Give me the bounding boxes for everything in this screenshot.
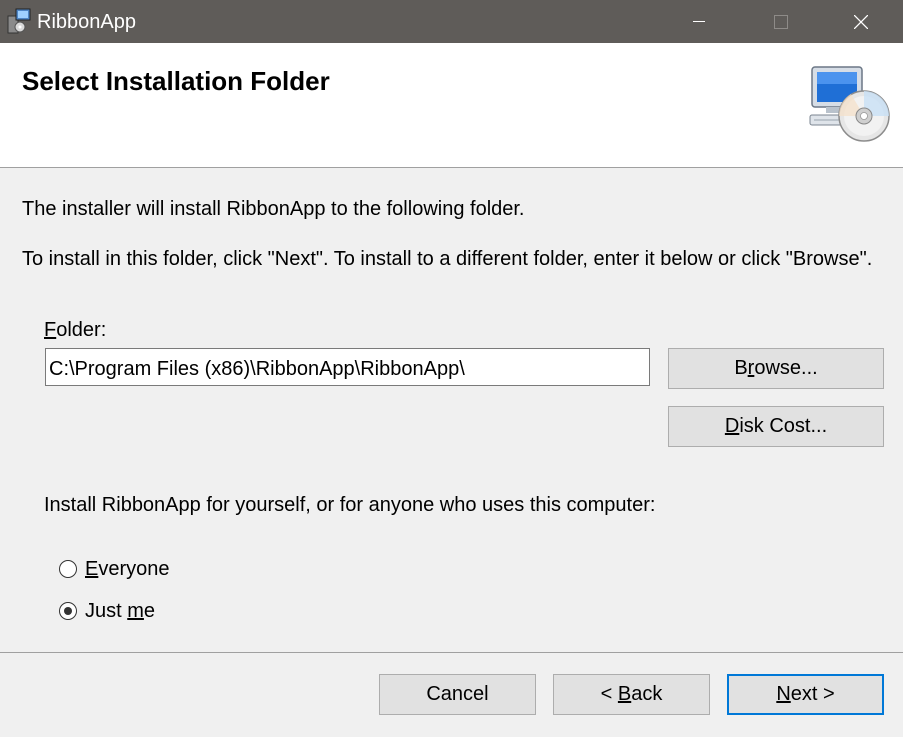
browse-label-pre: B xyxy=(734,357,748,379)
radio-just-me-label[interactable]: Just me xyxy=(85,600,155,623)
cancel-button[interactable]: Cancel xyxy=(379,674,536,715)
close-icon xyxy=(854,14,868,29)
radio-just-me-rest: e xyxy=(143,600,156,622)
folder-label: Folder: xyxy=(44,319,106,342)
browse-label-post: owse... xyxy=(754,357,818,379)
page-title: Select Installation Folder xyxy=(22,66,330,96)
disk-cost-button[interactable]: Disk Cost... xyxy=(668,406,884,447)
maximize-button xyxy=(752,0,810,43)
install-scope-text: Install RibbonApp for yourself, or for a… xyxy=(44,494,656,516)
back-button[interactable]: < Back xyxy=(553,674,710,715)
radio-just-me-pre: Just xyxy=(85,600,128,622)
radio-everyone-rest: veryone xyxy=(98,558,170,580)
folder-label-accesskey: F xyxy=(44,319,57,341)
next-label-post: ext > xyxy=(790,683,835,705)
minimize-button[interactable] xyxy=(670,0,728,43)
close-button[interactable] xyxy=(832,0,890,43)
footer-divider xyxy=(0,652,903,653)
back-label-post: ack xyxy=(631,683,663,705)
browse-button[interactable]: Browse... xyxy=(668,348,884,389)
back-label-accesskey: B xyxy=(617,683,632,705)
back-label-pre: < xyxy=(600,683,618,705)
radio-everyone-label[interactable]: Everyone xyxy=(85,558,170,581)
folder-label-rest: older: xyxy=(56,319,107,341)
radio-selected-dot xyxy=(64,607,72,615)
window-title: RibbonApp xyxy=(37,11,136,33)
next-label-accesskey: N xyxy=(776,683,791,705)
maximize-icon xyxy=(774,14,788,29)
disk-cost-label-accesskey: D xyxy=(724,415,740,437)
header-banner: Select Installation Folder xyxy=(0,43,903,168)
instructions-text: To install in this folder, click "Next".… xyxy=(22,248,873,270)
computer-cd-icon xyxy=(809,66,890,142)
radio-everyone-accesskey: E xyxy=(85,558,99,580)
radio-everyone-circle[interactable] xyxy=(59,560,77,578)
intro-text: The installer will install RibbonApp to … xyxy=(22,198,525,220)
minimize-icon xyxy=(693,20,705,22)
next-button[interactable]: Next > xyxy=(727,674,884,715)
radio-just-me-circle[interactable] xyxy=(59,602,77,620)
radio-just-me-accesskey: m xyxy=(127,600,144,622)
disk-cost-label-post: isk Cost... xyxy=(739,415,828,437)
installer-app-icon xyxy=(7,8,31,34)
folder-path-input[interactable] xyxy=(45,348,650,386)
title-bar: RibbonApp xyxy=(0,0,903,43)
